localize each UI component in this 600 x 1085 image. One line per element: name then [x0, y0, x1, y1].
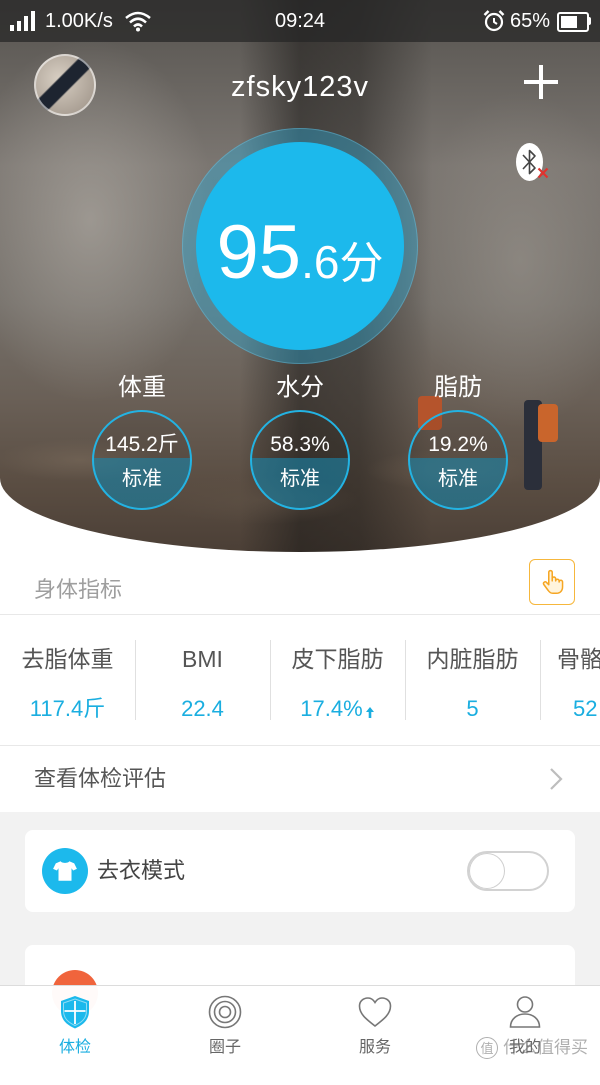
shirt-glyph [53, 861, 77, 881]
watermark: 值 什么值得买 [476, 1036, 588, 1060]
summary-label-water: 水分 [276, 374, 324, 401]
undress-mode-toggle[interactable] [467, 851, 549, 891]
summary-label-weight: 体重 [118, 374, 166, 401]
undress-mode-card: 去衣模式 [25, 830, 575, 912]
tab-circle[interactable]: 圈子 [150, 986, 300, 1068]
tab-label: 圈子 [208, 1039, 241, 1056]
battery-tip [588, 17, 591, 25]
metric-value-text: 52 [573, 696, 598, 721]
summary-status: 标准 [122, 468, 162, 490]
score-unit: 分 [339, 239, 384, 288]
score-value: 95 .6 分 [217, 201, 384, 291]
bluetooth-disconnected-icon [537, 167, 549, 179]
hand-pointer-icon [542, 569, 564, 595]
net-speed: 1.00K/s [45, 10, 113, 32]
summary-circle-weight[interactable]: 145.2斤 标准 [92, 410, 192, 510]
circle-icon [208, 995, 242, 1029]
metric-value: 17.4% [270, 695, 405, 723]
hiker-figure [538, 404, 558, 442]
trend-up-icon [365, 706, 374, 718]
watermark-text: 什么值得买 [503, 1038, 588, 1057]
metric-bmi[interactable]: BMI 22.4 [135, 615, 270, 745]
summary-circle-fat[interactable]: 19.2% 标准 [408, 410, 508, 510]
section-title: 身体指标 [34, 577, 123, 602]
metric-label: 去脂体重 [21, 646, 114, 672]
toggle-knob [470, 854, 504, 888]
metric-label: BMI [182, 646, 223, 672]
signal-icon [10, 11, 35, 31]
summary-circle-water[interactable]: 58.3% 标准 [250, 410, 350, 510]
wifi-icon [125, 11, 151, 32]
chevron-right-icon [550, 768, 563, 790]
plus-bar-vertical [539, 65, 543, 99]
score-circle[interactable]: 95 .6 分 [196, 142, 404, 350]
summary-value: 19.2% [428, 433, 488, 456]
view-assessment-row[interactable]: 查看体检评估 [0, 746, 600, 812]
metric-value-text: 117.4斤 [29, 696, 106, 721]
view-assessment-label: 查看体检评估 [34, 766, 167, 791]
metric-value-text: 17.4% [300, 696, 363, 721]
metric-visceral-fat[interactable]: 内脏脂肪 5 [405, 615, 540, 745]
metric-value: 117.4斤 [0, 695, 135, 723]
tab-service[interactable]: 服务 [300, 986, 450, 1068]
tab-label: 服务 [358, 1039, 391, 1056]
metric-value-text: 5 [466, 696, 479, 721]
tab-label: 体检 [58, 1039, 91, 1056]
score-decimal: .6 [301, 236, 340, 288]
status-bar: 1.00K/s 09:24 65% [0, 0, 600, 42]
battery-icon [557, 12, 589, 32]
body-metrics-row[interactable]: 去脂体重 117.4斤 BMI 22.4 皮下脂肪 17.4% 内脏脂肪 5 骨… [0, 615, 600, 745]
alarm-icon [483, 10, 505, 32]
metric-skeletal[interactable]: 骨骼 52 [540, 615, 600, 745]
metric-lean-body-mass[interactable]: 去脂体重 117.4斤 [0, 615, 135, 745]
metric-label: 皮下脂肪 [291, 646, 384, 672]
heart-icon [358, 997, 392, 1028]
summary-status: 标准 [280, 468, 320, 490]
undress-mode-label: 去衣模式 [97, 858, 186, 883]
metric-label: 内脏脂肪 [426, 646, 519, 672]
score-integer: 95 [216, 210, 302, 295]
metric-subcutaneous-fat[interactable]: 皮下脂肪 17.4% [270, 615, 405, 745]
avatar[interactable] [34, 54, 96, 116]
tab-checkup[interactable]: 体检 [0, 986, 150, 1068]
metric-value-text: 22.4 [181, 696, 224, 721]
metric-label: 骨骼 [557, 646, 600, 672]
metric-value: 22.4 [135, 695, 270, 723]
clock: 09:24 [274, 10, 326, 32]
battery-level [561, 16, 577, 28]
metric-value: 5 [405, 695, 540, 723]
plus-icon[interactable] [524, 65, 558, 99]
metric-value: 52 [573, 695, 600, 723]
summary-value: 145.2斤 [105, 433, 179, 456]
watermark-logo: 值 [476, 1037, 498, 1059]
username: zfsky123v [231, 71, 369, 103]
shield-icon [61, 996, 89, 1029]
hand-pointer-button[interactable] [529, 559, 575, 605]
battery-percent: 65% [510, 10, 551, 32]
summary-value: 58.3% [270, 433, 330, 456]
summary-status: 标准 [438, 468, 478, 490]
person-icon [509, 996, 541, 1028]
shirt-icon [42, 848, 88, 894]
summary-label-fat: 脂肪 [434, 374, 482, 401]
